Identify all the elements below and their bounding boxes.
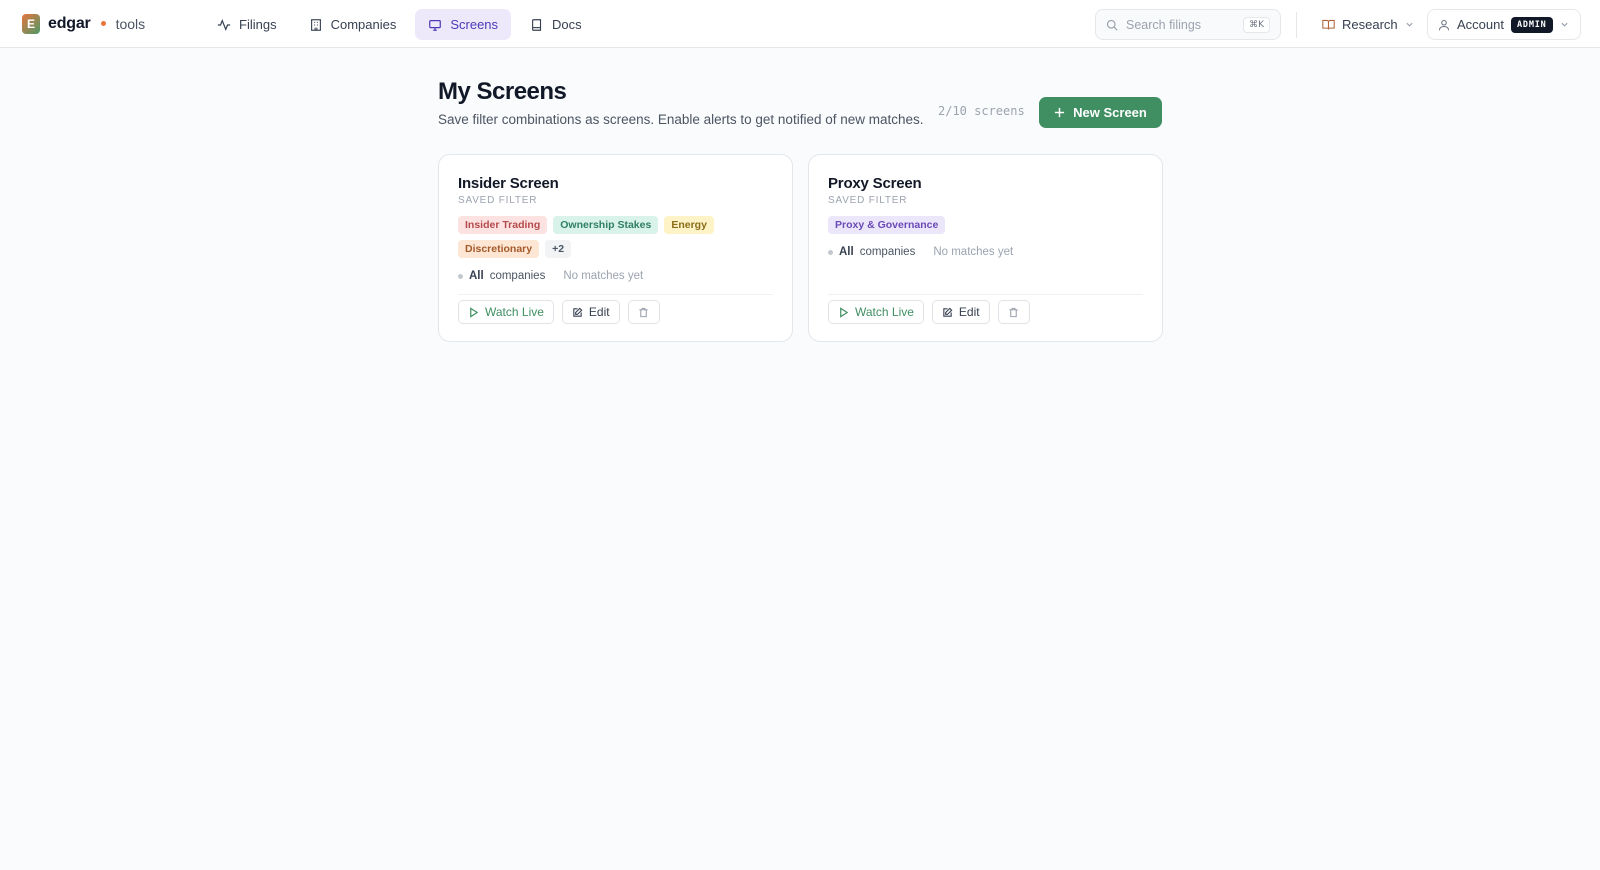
more-tags-badge[interactable]: +2 <box>545 240 572 258</box>
main-nav: Filings Companies Screens Docs <box>204 9 595 40</box>
card-kicker: SAVED FILTER <box>458 195 538 206</box>
research-label: Research <box>1342 17 1398 32</box>
delete-button[interactable] <box>997 300 1030 324</box>
card-kicker: SAVED FILTER <box>828 195 908 206</box>
brand-dot <box>100 21 106 26</box>
monitor-icon <box>429 19 442 31</box>
nav-label: Companies <box>330 17 397 32</box>
scope-dot <box>458 273 463 279</box>
match-status: No matches yet <box>933 246 1014 258</box>
tag: Discretionary <box>458 240 540 258</box>
tag: Ownership Stakes <box>553 216 659 234</box>
play-icon <box>470 306 479 318</box>
search-input[interactable] <box>1126 17 1236 32</box>
edit-label: Edit <box>958 305 980 319</box>
activity-icon <box>217 18 231 31</box>
tag: Energy <box>664 216 714 234</box>
book-open-icon <box>1322 19 1335 30</box>
card-title: Insider Screen <box>458 175 559 192</box>
chevron-down-icon <box>1406 22 1413 27</box>
nav-label: Docs <box>552 17 582 32</box>
screen-count: 2/10 screens <box>938 104 1025 118</box>
edit-icon <box>943 307 953 317</box>
card-actions: Watch Live Edit <box>828 300 1030 324</box>
card-title: Proxy Screen <box>828 175 922 192</box>
tag-list: Insider Trading Ownership Stakes Energy … <box>458 216 738 258</box>
new-screen-button[interactable]: New Screen <box>1039 97 1162 128</box>
nav-item-screens[interactable]: Screens <box>415 9 512 40</box>
trash-icon <box>639 307 648 317</box>
research-menu[interactable]: Research <box>1316 9 1420 40</box>
card-divider <box>458 294 773 295</box>
play-icon <box>840 306 849 318</box>
watch-live-label: Watch Live <box>855 305 914 319</box>
brand-logo[interactable]: E edgar tools <box>22 14 145 34</box>
account-menu[interactable]: Account ADMIN <box>1427 9 1581 40</box>
plus-icon <box>1055 107 1065 118</box>
watch-live-button[interactable]: Watch Live <box>458 300 554 324</box>
page-header: My Screens Save filter combinations as s… <box>438 78 1162 128</box>
nav-label: Filings <box>239 17 277 32</box>
card-meta: All companies No matches yet <box>828 246 1143 258</box>
scope-rest: companies <box>489 270 546 282</box>
building-icon <box>310 18 321 31</box>
trash-icon <box>1009 307 1018 317</box>
tag: Proxy & Governance <box>828 216 946 234</box>
shortcut-hint: ⌘K <box>1243 16 1270 33</box>
screens-grid: Insider Screen SAVED FILTER Insider Trad… <box>438 154 1163 342</box>
screen-card-proxy: Proxy Screen SAVED FILTER Proxy & Govern… <box>808 154 1163 342</box>
delete-button[interactable] <box>627 300 660 324</box>
scope-rest: companies <box>859 246 916 258</box>
nav-item-docs[interactable]: Docs <box>517 9 595 40</box>
edit-button[interactable]: Edit <box>561 300 620 324</box>
book-icon <box>532 18 542 31</box>
brand-name: edgar <box>48 15 91 32</box>
card-actions: Watch Live Edit <box>458 300 660 324</box>
screen-card-insider: Insider Screen SAVED FILTER Insider Trad… <box>438 154 793 342</box>
card-divider <box>828 294 1143 295</box>
brand-mark-icon: E <box>22 14 40 34</box>
new-screen-label: New Screen <box>1073 105 1147 120</box>
user-icon <box>1438 19 1450 30</box>
scope-bold: All <box>469 270 484 282</box>
scope-dot <box>828 249 833 255</box>
tag: Insider Trading <box>458 216 548 234</box>
edit-button[interactable]: Edit <box>931 300 990 324</box>
match-status: No matches yet <box>563 270 644 282</box>
scope-bold: All <box>839 246 854 258</box>
header-divider <box>1296 12 1297 38</box>
chevron-down-icon <box>1560 22 1568 27</box>
brand-sub: tools <box>115 16 146 32</box>
admin-badge: ADMIN <box>1510 16 1553 33</box>
watch-live-button[interactable]: Watch Live <box>828 300 924 324</box>
watch-live-label: Watch Live <box>485 305 544 319</box>
search-box[interactable]: ⌘K <box>1095 9 1281 40</box>
top-navbar: E edgar tools Filings Companies Screens … <box>0 0 1600 48</box>
nav-item-filings[interactable]: Filings <box>204 9 290 40</box>
edit-label: Edit <box>588 305 610 319</box>
account-label: Account <box>1457 17 1504 32</box>
search-icon <box>1106 19 1118 31</box>
card-meta: All companies No matches yet <box>458 270 773 282</box>
nav-label: Screens <box>450 17 499 32</box>
nav-item-companies[interactable]: Companies <box>296 9 410 40</box>
tag-list: Proxy & Governance <box>828 216 1108 234</box>
edit-icon <box>573 307 583 317</box>
